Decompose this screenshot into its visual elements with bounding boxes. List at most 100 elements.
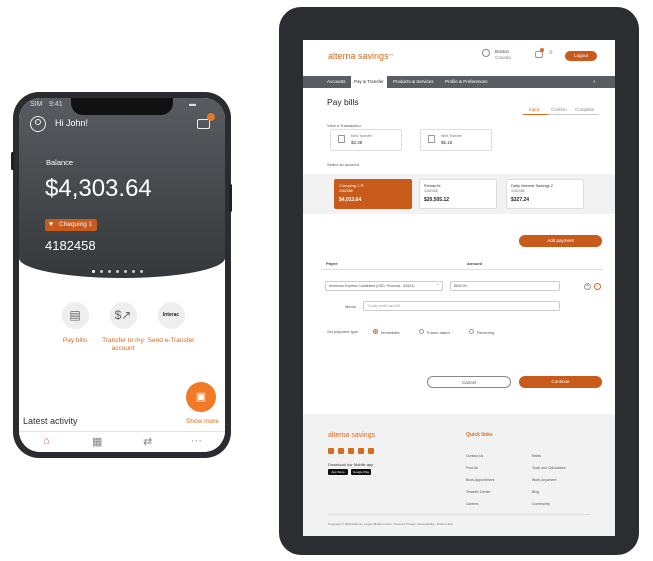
account-card-number: 4182458 <box>511 189 525 193</box>
recent-card-2[interactable]: Next Transfer $5.15 <box>420 129 492 151</box>
account-card-name: Daily Interest Savings 2 <box>511 183 554 188</box>
footer-divider <box>328 514 590 515</box>
notifications-icon[interactable] <box>535 51 543 58</box>
recent-card-1[interactable]: Next Transfer $2.38 <box>330 129 402 151</box>
quick-links-title: Quick links <box>466 432 493 438</box>
menu-icon[interactable]: ≡ <box>549 50 553 56</box>
linkedin-icon[interactable] <box>368 448 374 454</box>
google-play-badge[interactable]: Google Play <box>351 469 371 475</box>
recent-card-value: $2.38 <box>351 140 363 145</box>
footer-link[interactable]: Book Appointment <box>466 478 494 482</box>
tablet-screen: alterna savings ▪▪▪ Boston Canada ≡ Logo… <box>303 40 615 536</box>
carousel-dot[interactable] <box>116 270 119 273</box>
logo[interactable]: alterna savings <box>328 51 389 61</box>
user-sub: Canada <box>495 55 511 60</box>
add-payment-button[interactable]: Add payment <box>519 235 602 247</box>
footer-link[interactable]: Blog <box>532 490 539 494</box>
inbox-icon[interactable] <box>197 119 210 129</box>
account-selector: Chequing 1 ® 4182458 $4,013.64 Richard's… <box>303 174 615 214</box>
carrier-label: SIM <box>30 101 43 108</box>
site-footer: alterna savings Download our Mobile app … <box>303 414 615 536</box>
notification-dot <box>540 48 544 52</box>
show-more-link[interactable]: Show more <box>186 418 219 425</box>
amount-header: Amount <box>467 261 483 266</box>
recent-card-label: Next Transfer <box>441 134 463 138</box>
remove-row-icon[interactable]: − <box>594 283 601 290</box>
user-icon[interactable] <box>482 49 490 57</box>
nav-products[interactable]: Products & Services <box>393 76 434 88</box>
transfer-icon: $↗ <box>109 302 137 329</box>
cancel-button[interactable]: Cancel <box>427 376 511 388</box>
payment-type-label: Set payment type <box>327 329 359 334</box>
download-app-label: Download our Mobile app <box>328 462 374 467</box>
phone-power-button <box>229 184 232 212</box>
memo-input[interactable]: To pay credit card bill <box>363 301 560 311</box>
account-card-1[interactable]: Chequing 1 ® 4182458 $4,013.64 <box>334 179 412 209</box>
continue-button[interactable]: Continue <box>519 376 602 388</box>
radio-future[interactable] <box>419 329 424 334</box>
account-card-name: Chequing 1 ® <box>339 183 364 188</box>
interac-icon: Interac <box>157 302 185 329</box>
receipt-icon <box>338 135 345 143</box>
payee-select[interactable]: American Express Cardlinked (USD, Produc… <box>325 281 443 291</box>
logo-bold: savings <box>358 51 389 61</box>
logout-button[interactable]: Logout <box>565 51 597 61</box>
carousel-dot[interactable] <box>132 270 135 273</box>
accounts-icon[interactable]: ▦ <box>92 435 102 448</box>
footer-link[interactable]: Work Anywhere <box>532 478 556 482</box>
amount-input[interactable]: $540.00 <box>450 281 560 291</box>
account-badge[interactable]: Chequing 1 <box>45 219 98 231</box>
transfer-tab-icon[interactable]: ⇄ <box>143 435 152 448</box>
recent-card-value: $5.15 <box>441 140 453 145</box>
chat-fab-icon[interactable]: ▣ <box>186 382 216 412</box>
nav-profile[interactable]: Profile & Preferences <box>445 76 488 88</box>
add-row-icon[interactable]: + <box>584 283 591 290</box>
instagram-icon[interactable] <box>328 448 334 454</box>
footer-link[interactable]: Careers <box>466 502 478 506</box>
radio-immediate[interactable] <box>373 329 378 334</box>
avatar-icon[interactable] <box>30 116 46 132</box>
footer-link[interactable]: Find Us <box>466 466 478 470</box>
greeting: Hi John! <box>55 118 89 128</box>
radio-recurring[interactable] <box>469 329 474 334</box>
account-card-2[interactable]: Richard's 4182458 $20,505.12 <box>419 179 497 209</box>
footer-logo[interactable]: alterna savings <box>328 432 375 439</box>
balance-amount: $4,303.64 <box>45 175 152 202</box>
search-icon[interactable]: ⌕ <box>593 76 596 88</box>
bottom-tab-bar: ⌂ ▦ ⇄ ··· <box>19 431 225 452</box>
radio-recurring-label: Recurring <box>477 330 495 335</box>
user-info[interactable]: Boston Canada <box>495 49 511 61</box>
notification-badge <box>207 113 215 121</box>
step-complete: Complete <box>575 107 595 112</box>
nav-accounts[interactable]: Accounts <box>327 76 346 88</box>
footer-link[interactable]: Rates <box>532 454 541 458</box>
nav-pay-transfer[interactable]: Pay & Transfer <box>351 76 387 88</box>
carousel-dot[interactable] <box>124 270 127 273</box>
carousel-dot[interactable] <box>100 270 103 273</box>
carousel-dot[interactable] <box>108 270 111 273</box>
twitter-icon[interactable] <box>338 448 344 454</box>
carousel-dot[interactable] <box>140 270 143 273</box>
footer-link[interactable]: Tools and Calculators <box>532 466 565 470</box>
more-icon[interactable]: ··· <box>191 435 202 447</box>
latest-activity-title: Latest activity <box>23 416 78 426</box>
payment-table-header: Payee Amount <box>321 258 603 270</box>
logo-mark: ▪▪▪ <box>389 52 394 57</box>
youtube-icon[interactable] <box>358 448 364 454</box>
footer-logo-light: alterna <box>328 432 350 439</box>
account-number: 4182458 <box>45 238 96 253</box>
carousel-dots[interactable] <box>92 270 143 273</box>
footer-link[interactable]: Community <box>532 502 550 506</box>
footer-link[interactable]: Contact Us <box>466 454 483 458</box>
account-card-3[interactable]: Daily Interest Savings 2 4182458 $327.24 <box>506 179 584 209</box>
memo-label: Memo <box>345 304 357 309</box>
main-nav: Accounts Pay & Transfer Products & Servi… <box>303 76 615 88</box>
account-card-number: 4182458 <box>424 189 438 193</box>
app-store-badge[interactable]: App Store <box>328 469 348 475</box>
copyright: Copyright © 2020 Alterna | Legal | Media… <box>328 522 453 526</box>
facebook-icon[interactable] <box>348 448 354 454</box>
carousel-dot[interactable] <box>92 270 95 273</box>
footer-link[interactable]: Tenant's Center <box>466 490 490 494</box>
send-etransfer-action[interactable]: Interac Send e-Transfer <box>141 302 201 345</box>
home-icon[interactable]: ⌂ <box>43 435 50 447</box>
